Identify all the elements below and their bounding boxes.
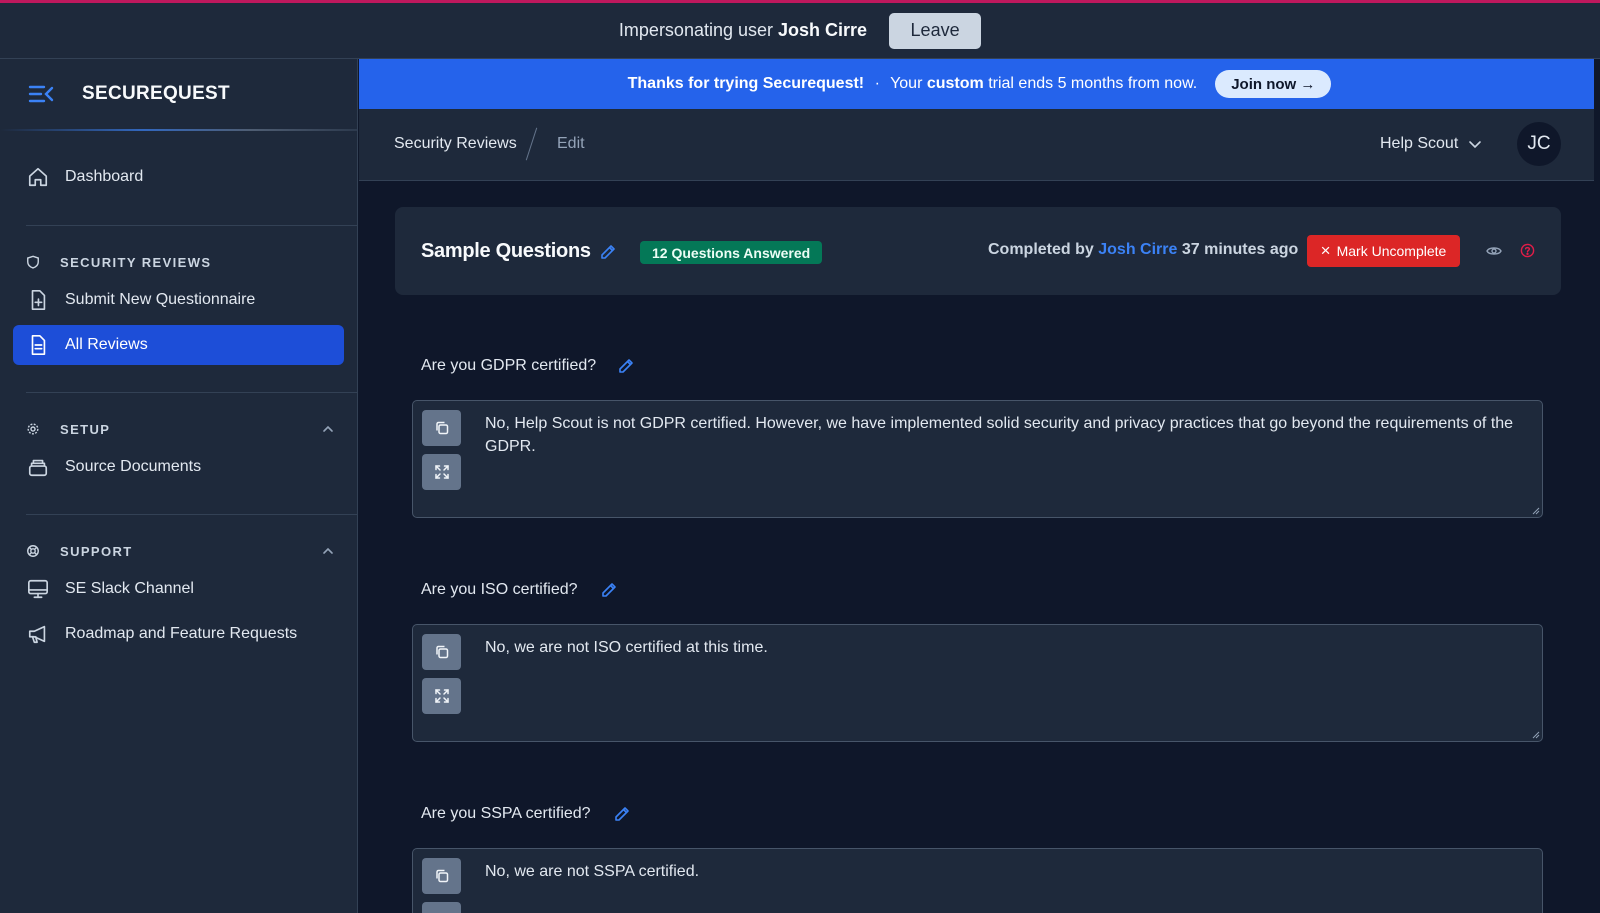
lifebuoy-icon: [27, 545, 39, 557]
answer-textarea[interactable]: No, we are not ISO certified at this tim…: [412, 624, 1543, 742]
copy-button[interactable]: [422, 410, 461, 446]
completed-by-link[interactable]: Josh Cirre: [1098, 241, 1177, 258]
sidebar-item-all-reviews[interactable]: All Reviews: [13, 325, 344, 365]
brand: SECUREQUEST: [0, 59, 358, 131]
review-title: Sample Questions: [421, 240, 591, 262]
eye-icon[interactable]: [1486, 243, 1502, 259]
leave-button[interactable]: Leave: [889, 12, 982, 49]
shield-icon: [27, 255, 39, 269]
trial-ends: trial ends 5 months from now.: [988, 75, 1198, 92]
file-text-icon: [31, 335, 46, 355]
question-text: Are you GDPR certified?: [421, 357, 597, 374]
breadcrumb-separator: [525, 127, 538, 161]
org-selector[interactable]: Help Scout: [1380, 135, 1482, 153]
scrollbar-track[interactable]: [1594, 59, 1600, 913]
sidebar-item-label: All Reviews: [65, 336, 148, 353]
impersonation-bar: Impersonating user Josh Cirre Leave: [0, 3, 1600, 59]
copy-icon: [435, 421, 448, 435]
breadcrumb-security-reviews[interactable]: Security Reviews: [394, 135, 517, 153]
section-setup[interactable]: SETUP: [26, 419, 334, 439]
answered-badge: 12 Questions Answered: [640, 241, 823, 264]
stack-icon: [28, 459, 48, 477]
sidebar-item-label: Roadmap and Feature Requests: [65, 625, 298, 642]
org-name: Help Scout: [1380, 135, 1459, 152]
expand-icon: [434, 465, 449, 479]
page-header: Security Reviews Edit Help Scout JC: [359, 109, 1600, 181]
brand-name: SECUREQUEST: [82, 83, 230, 104]
copy-icon: [435, 645, 448, 659]
pencil-icon[interactable]: [618, 358, 634, 374]
trial-your: Your: [890, 75, 923, 92]
mark-uncomplete-button[interactable]: × Mark Uncomplete: [1307, 235, 1460, 267]
resize-handle-icon[interactable]: [1531, 506, 1540, 515]
sidebar-item-label: SE Slack Channel: [65, 580, 194, 597]
question-text: Are you SSPA certified?: [421, 805, 591, 822]
chevron-down-icon: [1469, 141, 1482, 149]
trial-plan: custom: [926, 75, 984, 92]
mark-uncomplete-label: Mark Uncomplete: [1336, 243, 1447, 259]
question-text: Are you ISO certified?: [421, 581, 578, 598]
sidebar-item-label: Dashboard: [65, 168, 144, 185]
expand-button[interactable]: [422, 902, 461, 913]
join-now-button[interactable]: Join now →: [1215, 70, 1332, 98]
sidebar-item-source-documents[interactable]: Source Documents: [13, 447, 344, 487]
section-support[interactable]: SUPPORT: [26, 541, 334, 561]
expand-button[interactable]: [422, 678, 461, 714]
sidebar-divider: [26, 514, 358, 515]
expand-button[interactable]: [422, 454, 461, 490]
trial-text: Thanks for trying Securequest! · Your cu…: [628, 75, 1198, 93]
impersonation-prefix: Impersonating user: [618, 20, 774, 40]
copy-button[interactable]: [422, 634, 461, 670]
resize-handle-icon[interactable]: [1531, 730, 1540, 739]
brand-divider: [0, 129, 358, 131]
pencil-icon[interactable]: [614, 806, 630, 822]
megaphone-icon: [28, 625, 46, 644]
trial-separator: ·: [874, 75, 880, 92]
sidebar-item-label: Source Documents: [65, 458, 202, 475]
chevron-up-icon[interactable]: [322, 423, 334, 435]
review-header-card: Sample Questions 12 Questions Answered C…: [395, 207, 1561, 295]
answer-text[interactable]: No, we are not ISO certified at this tim…: [485, 636, 1515, 659]
avatar[interactable]: JC: [1517, 122, 1561, 166]
sidebar-item-submit-questionnaire[interactable]: Submit New Questionnaire: [13, 280, 344, 320]
impersonation-text: Impersonating user Josh Cirre: [619, 20, 867, 41]
breadcrumb-edit: Edit: [557, 135, 585, 152]
section-title: SECURITY REVIEWS: [60, 254, 212, 270]
chevron-up-icon[interactable]: [322, 545, 334, 557]
monitor-icon: [28, 579, 48, 599]
copy-button[interactable]: [422, 858, 461, 894]
help-circle-icon[interactable]: [1520, 243, 1535, 258]
pencil-icon[interactable]: [600, 244, 616, 260]
sidebar-item-dashboard[interactable]: Dashboard: [13, 157, 344, 197]
completed-prefix: Completed by: [988, 241, 1094, 258]
completed-status: Completed by Josh Cirre 37 minutes ago: [988, 241, 1298, 259]
trial-thanks: Thanks for trying Securequest!: [627, 75, 865, 92]
home-icon: [28, 167, 48, 187]
sidebar-divider: [26, 392, 358, 393]
answer-textarea[interactable]: No, Help Scout is not GDPR certified. Ho…: [412, 400, 1543, 518]
section-security-reviews: SECURITY REVIEWS: [26, 252, 334, 272]
trial-banner: Thanks for trying Securequest! · Your cu…: [359, 59, 1600, 109]
copy-icon: [435, 869, 448, 883]
pencil-icon[interactable]: [601, 582, 617, 598]
answer-text[interactable]: No, Help Scout is not GDPR certified. Ho…: [485, 412, 1515, 458]
sidebar-item-label: Submit New Questionnaire: [65, 291, 256, 308]
section-title: SUPPORT: [60, 543, 133, 559]
answer-text[interactable]: No, we are not SSPA certified.: [485, 860, 1515, 883]
sidebar-item-slack-channel[interactable]: SE Slack Channel: [13, 569, 344, 609]
menu-collapse-icon[interactable]: [28, 83, 54, 105]
impersonated-user: Josh Cirre: [778, 20, 868, 40]
sidebar: SECUREQUEST Dashboard SECURITY REVIEWS S…: [0, 59, 358, 913]
expand-icon: [434, 689, 449, 703]
cog-icon: [27, 423, 39, 435]
file-plus-icon: [31, 290, 46, 310]
close-icon: ×: [1320, 241, 1331, 260]
section-title: SETUP: [60, 421, 111, 437]
answer-textarea[interactable]: No, we are not SSPA certified.: [412, 848, 1543, 913]
sidebar-item-roadmap[interactable]: Roadmap and Feature Requests: [13, 614, 344, 654]
sidebar-divider: [26, 225, 358, 226]
completed-time: 37 minutes ago: [1181, 241, 1299, 258]
